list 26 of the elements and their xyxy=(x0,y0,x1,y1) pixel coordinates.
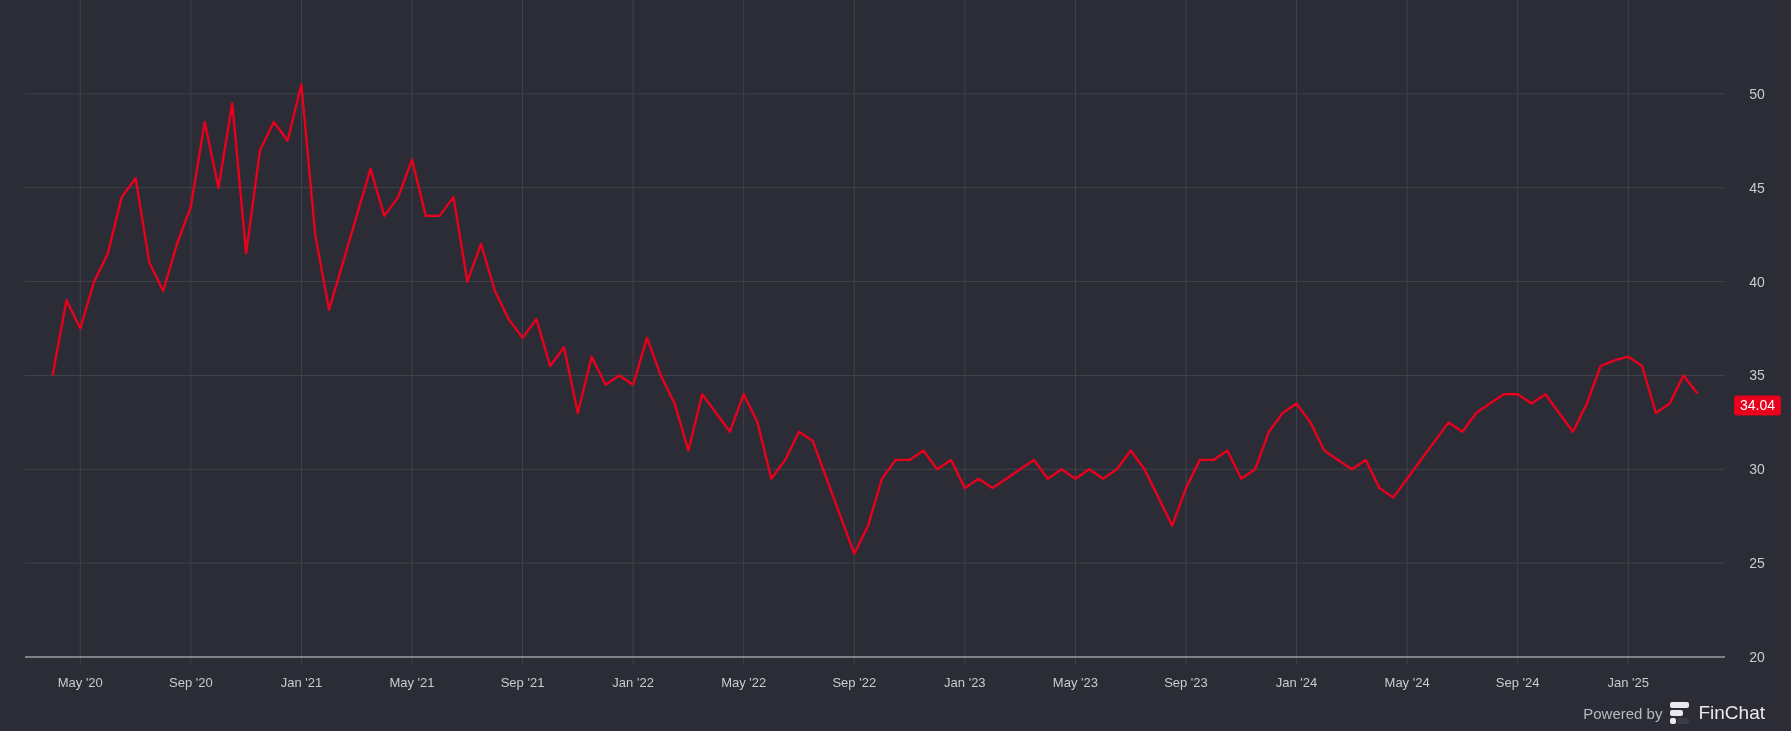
x-axis-label: Jan '23 xyxy=(944,675,986,690)
x-axis-label: Sep '24 xyxy=(1495,675,1540,690)
x-axis-label: Sep '21 xyxy=(500,675,545,690)
x-axis-label: Sep '22 xyxy=(832,675,877,690)
x-axis-label: May '23 xyxy=(1052,675,1098,690)
x-axis-label: Jan '21 xyxy=(280,675,323,690)
powered-by-text: Powered by xyxy=(1583,704,1663,722)
x-axis-label: Jan '25 xyxy=(1607,675,1649,690)
x-axis-label: May '24 xyxy=(1384,675,1430,690)
y-axis-label: 35 xyxy=(1749,367,1765,384)
x-axis-label: Sep '20 xyxy=(169,675,213,690)
x-axis-label: May '21 xyxy=(389,675,435,690)
y-axis-label: 45 xyxy=(1749,179,1765,196)
logo-icon xyxy=(1670,702,1691,724)
brand-name: FinChat xyxy=(1698,702,1765,724)
x-axis-label: Jan '24 xyxy=(1275,675,1318,690)
x-axis-label: May '20 xyxy=(57,675,103,690)
y-axis-label: 30 xyxy=(1749,461,1765,478)
y-axis-label: 20 xyxy=(1749,649,1765,665)
y-axis-label: 40 xyxy=(1749,273,1765,290)
y-axis-label: 50 xyxy=(1749,85,1765,102)
x-axis-label: May '22 xyxy=(721,675,767,690)
y-axis-label: 25 xyxy=(1749,555,1765,572)
x-axis-label: Sep '23 xyxy=(1164,675,1208,690)
price-label: 34.04 xyxy=(1734,395,1781,416)
x-axis-label: Jan '22 xyxy=(612,675,654,690)
